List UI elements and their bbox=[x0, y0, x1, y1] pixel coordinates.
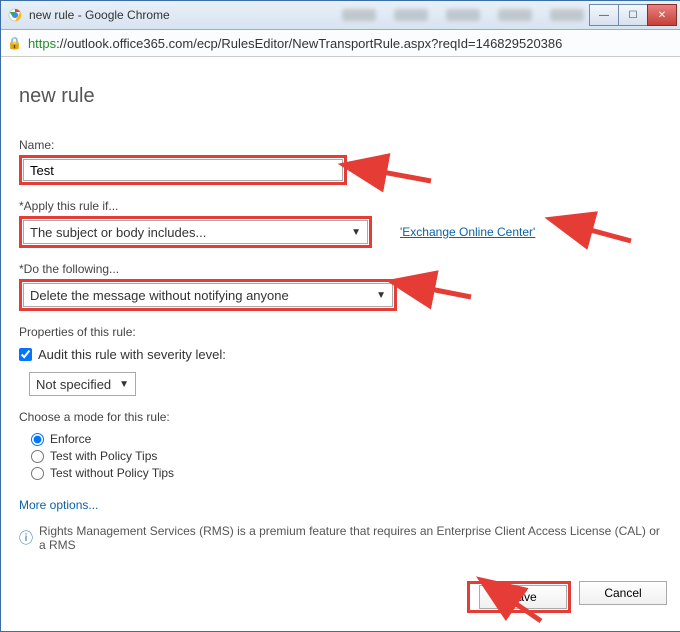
mode-notips-label: Test without Policy Tips bbox=[50, 466, 174, 480]
page-heading: new rule bbox=[19, 85, 663, 108]
caret-icon: ▼ bbox=[351, 227, 361, 238]
caret-icon: ▼ bbox=[119, 379, 129, 390]
do-action-select[interactable]: Delete the message without notifying any… bbox=[23, 283, 393, 307]
blurred-background bbox=[342, 9, 584, 21]
mode-label: Choose a mode for this rule: bbox=[19, 410, 663, 424]
mode-tips-radio[interactable] bbox=[31, 450, 44, 463]
mode-notips[interactable]: Test without Policy Tips bbox=[31, 466, 663, 480]
do-action-value: Delete the message without notifying any… bbox=[30, 288, 289, 303]
chrome-favicon bbox=[7, 7, 23, 23]
url-rest: ://outlook.office365.com/ecp/RulesEditor… bbox=[56, 36, 562, 51]
more-options-link[interactable]: More options... bbox=[19, 498, 663, 512]
do-following-label: Do the following... bbox=[19, 262, 663, 276]
mode-enforce[interactable]: Enforce bbox=[31, 432, 663, 446]
severity-select[interactable]: Not specified ▼ bbox=[29, 372, 136, 396]
mode-enforce-label: Enforce bbox=[50, 432, 91, 446]
audit-checkbox[interactable] bbox=[19, 348, 32, 361]
save-button[interactable]: Save bbox=[479, 585, 567, 609]
url-scheme: https bbox=[28, 36, 56, 51]
close-button[interactable]: ✕ bbox=[647, 4, 677, 26]
rule-name-input[interactable] bbox=[23, 159, 343, 181]
window-title: new rule - Google Chrome bbox=[29, 8, 342, 22]
mode-tips-label: Test with Policy Tips bbox=[50, 449, 157, 463]
address-bar[interactable]: 🔒 https://outlook.office365.com/ecp/Rule… bbox=[1, 30, 680, 57]
mode-enforce-radio[interactable] bbox=[31, 433, 44, 446]
mode-tips[interactable]: Test with Policy Tips bbox=[31, 449, 663, 463]
cancel-button[interactable]: Cancel bbox=[579, 581, 667, 605]
apply-if-label: Apply this rule if... bbox=[19, 199, 663, 213]
caret-icon: ▼ bbox=[376, 290, 386, 301]
properties-label: Properties of this rule: bbox=[19, 325, 663, 339]
apply-condition-value: The subject or body includes... bbox=[30, 225, 206, 240]
maximize-button[interactable]: ☐ bbox=[618, 4, 648, 26]
lock-icon: 🔒 bbox=[7, 36, 22, 50]
info-icon: ⓘ bbox=[19, 528, 33, 548]
titlebar: new rule - Google Chrome ― ☐ ✕ bbox=[1, 1, 680, 30]
condition-match-value[interactable]: 'Exchange Online Center' bbox=[400, 225, 535, 239]
apply-condition-select[interactable]: The subject or body includes... ▼ bbox=[23, 220, 368, 244]
minimize-button[interactable]: ― bbox=[589, 4, 619, 26]
info-text: Rights Management Services (RMS) is a pr… bbox=[39, 524, 663, 552]
mode-notips-radio[interactable] bbox=[31, 467, 44, 480]
audit-label: Audit this rule with severity level: bbox=[38, 347, 226, 362]
severity-value: Not specified bbox=[36, 377, 111, 392]
name-label: Name: bbox=[19, 138, 663, 152]
